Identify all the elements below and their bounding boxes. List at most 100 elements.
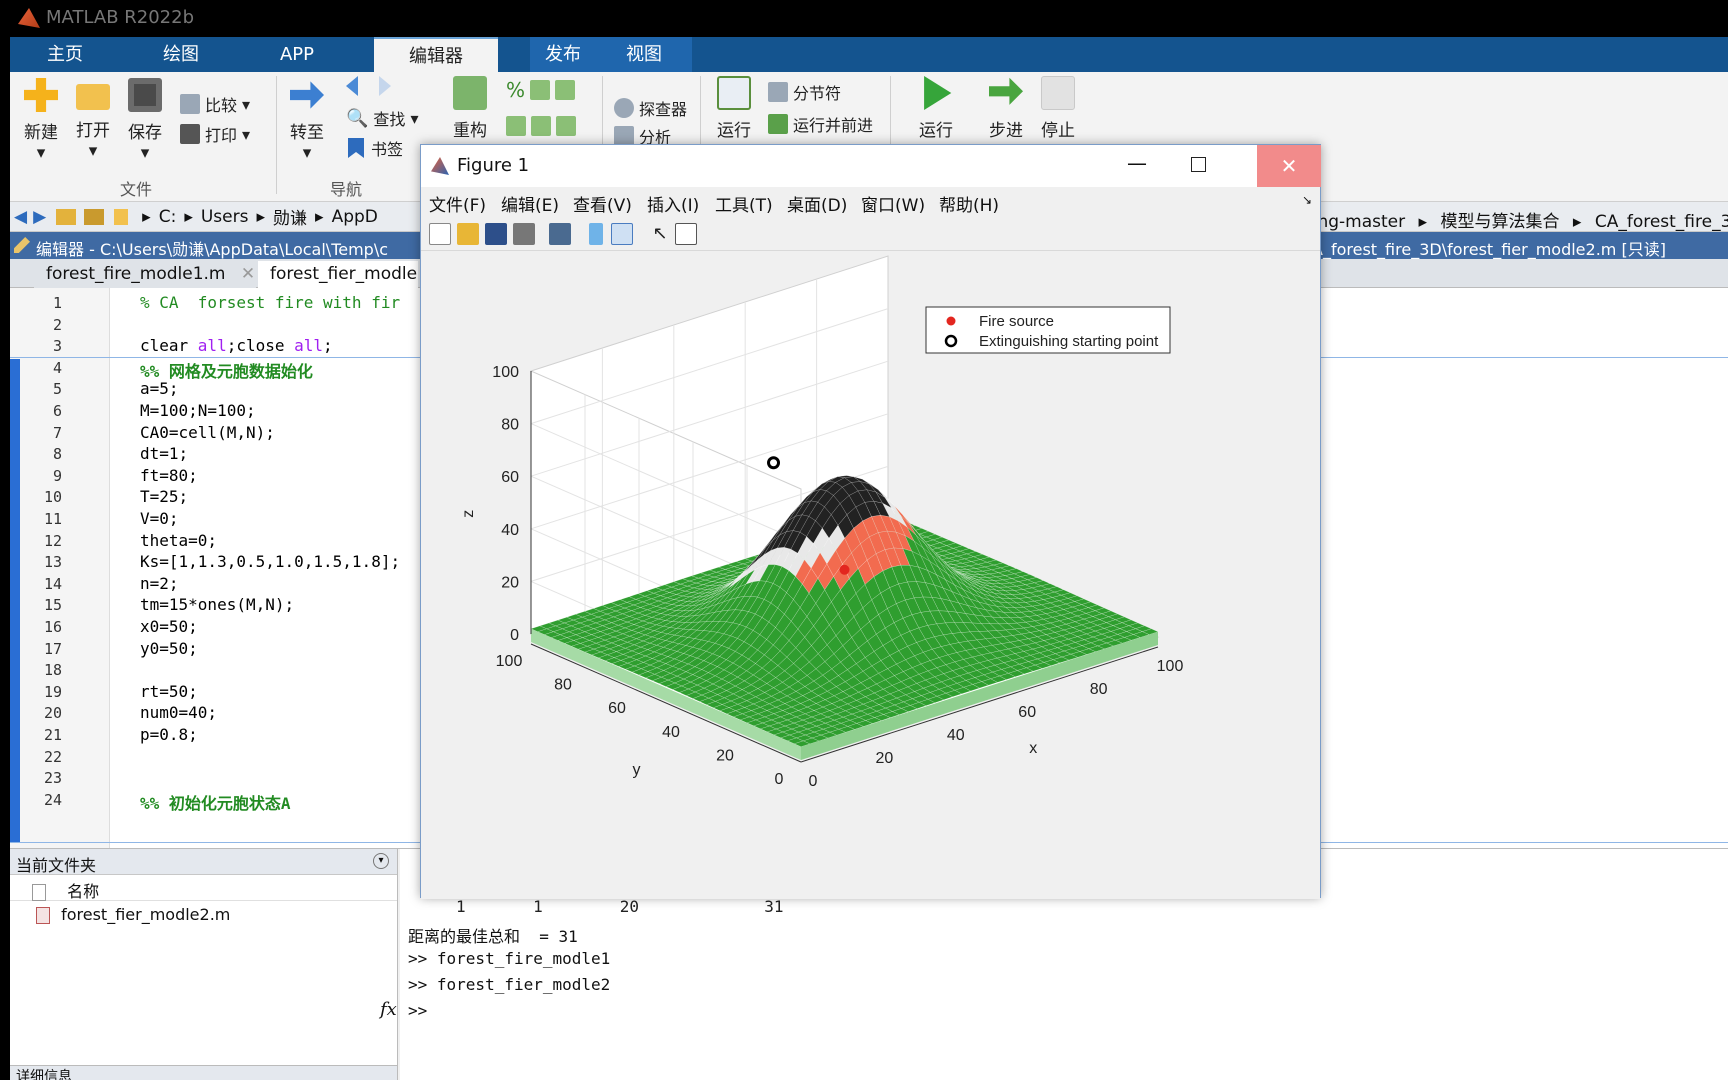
find-button[interactable]: 🔍 查找 ▾ — [346, 106, 418, 130]
name-column-header[interactable]: 名称 — [10, 875, 397, 901]
path-segment[interactable]: Users — [201, 207, 249, 227]
colorbar-icon[interactable] — [589, 223, 603, 245]
smart-indent-icon — [506, 116, 526, 136]
path-segment[interactable]: 模型与算法集合 — [1440, 212, 1559, 232]
property-inspector-icon[interactable] — [675, 223, 697, 245]
forward-icon[interactable]: ▶ — [33, 207, 46, 227]
section-break-button[interactable]: 分节符 — [768, 80, 841, 104]
code-line[interactable]: dt=1; — [140, 444, 188, 463]
close-button[interactable]: ✕ — [1257, 145, 1321, 187]
bookmark-button[interactable]: 书签 — [346, 136, 403, 160]
panel-options-icon[interactable]: ▾ — [373, 853, 389, 869]
pointer-icon[interactable]: ↖ — [649, 223, 671, 245]
code-line[interactable]: theta=0; — [140, 531, 217, 550]
run-advance-button[interactable]: 运行并前进 — [768, 112, 873, 136]
file-list-item[interactable]: forest_fier_modle2.m — [10, 901, 397, 924]
print-button[interactable]: 打印 ▾ — [180, 122, 250, 146]
save-button[interactable]: 保存 ▾ — [120, 78, 170, 163]
matlab-logo-icon — [431, 157, 449, 175]
code-line[interactable]: n=2; — [140, 574, 179, 593]
analyze-button[interactable]: 分析 — [614, 126, 671, 146]
path-segment[interactable]: ling-master — [1308, 212, 1405, 232]
path-segment[interactable]: 勋谦 — [273, 204, 307, 229]
open-file-icon[interactable] — [457, 223, 479, 245]
tab-apps[interactable]: APP — [264, 37, 330, 72]
command-prompt[interactable]: >> — [408, 1001, 427, 1020]
tab-editor[interactable]: 编辑器 — [374, 37, 498, 72]
up-folder-icon[interactable] — [56, 208, 77, 225]
menu-window[interactable]: 窗口(W) — [861, 191, 925, 216]
explorer-button[interactable]: 探查器 — [614, 96, 687, 120]
refactor-button[interactable]: 重构 — [440, 76, 500, 141]
code-line[interactable]: rt=50; — [140, 682, 198, 701]
step-button[interactable]: 步进 — [976, 76, 1036, 141]
surface-plot[interactable]: 0 20 40 60 80 100 0 20 40 60 80 100 0 20 40 60 80 100 x y z F… — [421, 251, 1320, 897]
z-axis-label: z — [460, 510, 477, 518]
indent-tools[interactable] — [506, 116, 576, 136]
fx-icon[interactable]: fx — [380, 999, 397, 1020]
axes-area[interactable]: 0 20 40 60 80 100 0 20 40 60 80 100 0 20 40 60 80 100 x y z F… — [421, 251, 1320, 899]
code-line[interactable]: M=100;N=100; — [140, 401, 256, 420]
folder-icon — [76, 84, 110, 110]
browse-folder-icon[interactable] — [84, 208, 105, 225]
close-tab-icon[interactable]: ✕ — [241, 264, 255, 284]
maximize-button[interactable] — [1191, 157, 1206, 172]
code-line[interactable]: p=0.8; — [140, 725, 198, 744]
open-button[interactable]: 打开 ▾ — [68, 78, 118, 161]
history-line: >> forest_fier_modle2 — [408, 975, 611, 994]
root-folder-icon[interactable] — [114, 208, 129, 225]
code-line[interactable]: num0=40; — [140, 703, 217, 722]
run-section-button[interactable]: 运行 — [704, 76, 764, 141]
code-line[interactable]: Ks=[1,1.3,0.5,1.0,1.5,1.8]; — [140, 552, 400, 571]
stop-button[interactable]: 停止 — [1028, 76, 1088, 141]
code-line[interactable]: %% 初始化元胞状态A — [140, 790, 291, 814]
dock-arrow-icon[interactable]: ↘ — [1302, 193, 1312, 207]
code-line[interactable]: x0=50; — [140, 617, 198, 636]
link-plot-icon[interactable] — [549, 223, 571, 245]
code-line[interactable]: V=0; — [140, 509, 179, 528]
back-arrow-icon[interactable] — [346, 76, 358, 96]
code-line[interactable]: %% 网格及元胞数据始化 — [140, 358, 313, 382]
minimize-button[interactable]: — — [1127, 151, 1147, 175]
print-figure-icon[interactable] — [513, 223, 535, 245]
compare-button[interactable]: 比较 ▾ — [180, 92, 250, 116]
tab-publish[interactable]: 发布 — [530, 37, 596, 72]
file-tab[interactable]: forest_fire_modle1.m ✕ — [34, 261, 256, 288]
path-segment[interactable]: AppD — [332, 207, 378, 227]
menu-help[interactable]: 帮助(H) — [939, 191, 999, 216]
file-tab-active[interactable]: forest_fier_modle — [258, 261, 418, 288]
goto-button[interactable]: 转至 ▾ — [282, 78, 332, 163]
forward-arrow-icon[interactable] — [379, 76, 391, 96]
menu-tools[interactable]: 工具(T) — [715, 191, 773, 216]
save-icon — [128, 78, 162, 112]
back-icon[interactable]: ◀ — [14, 207, 27, 227]
code-line[interactable]: ft=80; — [140, 466, 198, 485]
code-line[interactable]: y0=50; — [140, 639, 198, 658]
code-line[interactable]: a=5; — [140, 379, 179, 398]
menu-insert[interactable]: 插入(I) — [647, 191, 699, 216]
new-figure-icon[interactable] — [429, 223, 451, 245]
path-separator: ▸ — [1418, 212, 1428, 232]
details-header[interactable]: 详细信息 — [10, 1065, 397, 1080]
menu-view[interactable]: 查看(V) — [573, 191, 632, 216]
percent-tools[interactable]: % — [506, 78, 576, 102]
new-button[interactable]: 新建 ▾ — [16, 78, 66, 163]
code-line[interactable]: % CA forsest fire with fir — [140, 293, 400, 312]
code-line[interactable]: tm=15*ones(M,N); — [140, 595, 294, 614]
tab-view[interactable]: 视图 — [596, 37, 692, 72]
path-segment[interactable]: CA_forest_fire_3D — [1595, 212, 1728, 232]
code-line[interactable]: CA0=cell(M,N); — [140, 423, 275, 442]
tab-home[interactable]: 主页 — [32, 37, 98, 72]
code-line[interactable]: clear all;close all; — [140, 336, 333, 355]
menu-file[interactable]: 文件(F) — [429, 191, 486, 216]
run-button[interactable]: 运行 — [906, 76, 966, 141]
path-segment[interactable]: C: — [159, 207, 177, 227]
menu-desktop[interactable]: 桌面(D) — [787, 191, 847, 216]
code-line[interactable]: T=25; — [140, 487, 188, 506]
tab-plots[interactable]: 绘图 — [148, 37, 214, 72]
menu-edit[interactable]: 编辑(E) — [501, 191, 559, 216]
legend-icon[interactable] — [611, 223, 633, 245]
back-forward-buttons[interactable] — [346, 76, 391, 96]
dropdown-arrow-icon: ▾ — [36, 143, 46, 163]
save-figure-icon[interactable] — [485, 223, 507, 245]
